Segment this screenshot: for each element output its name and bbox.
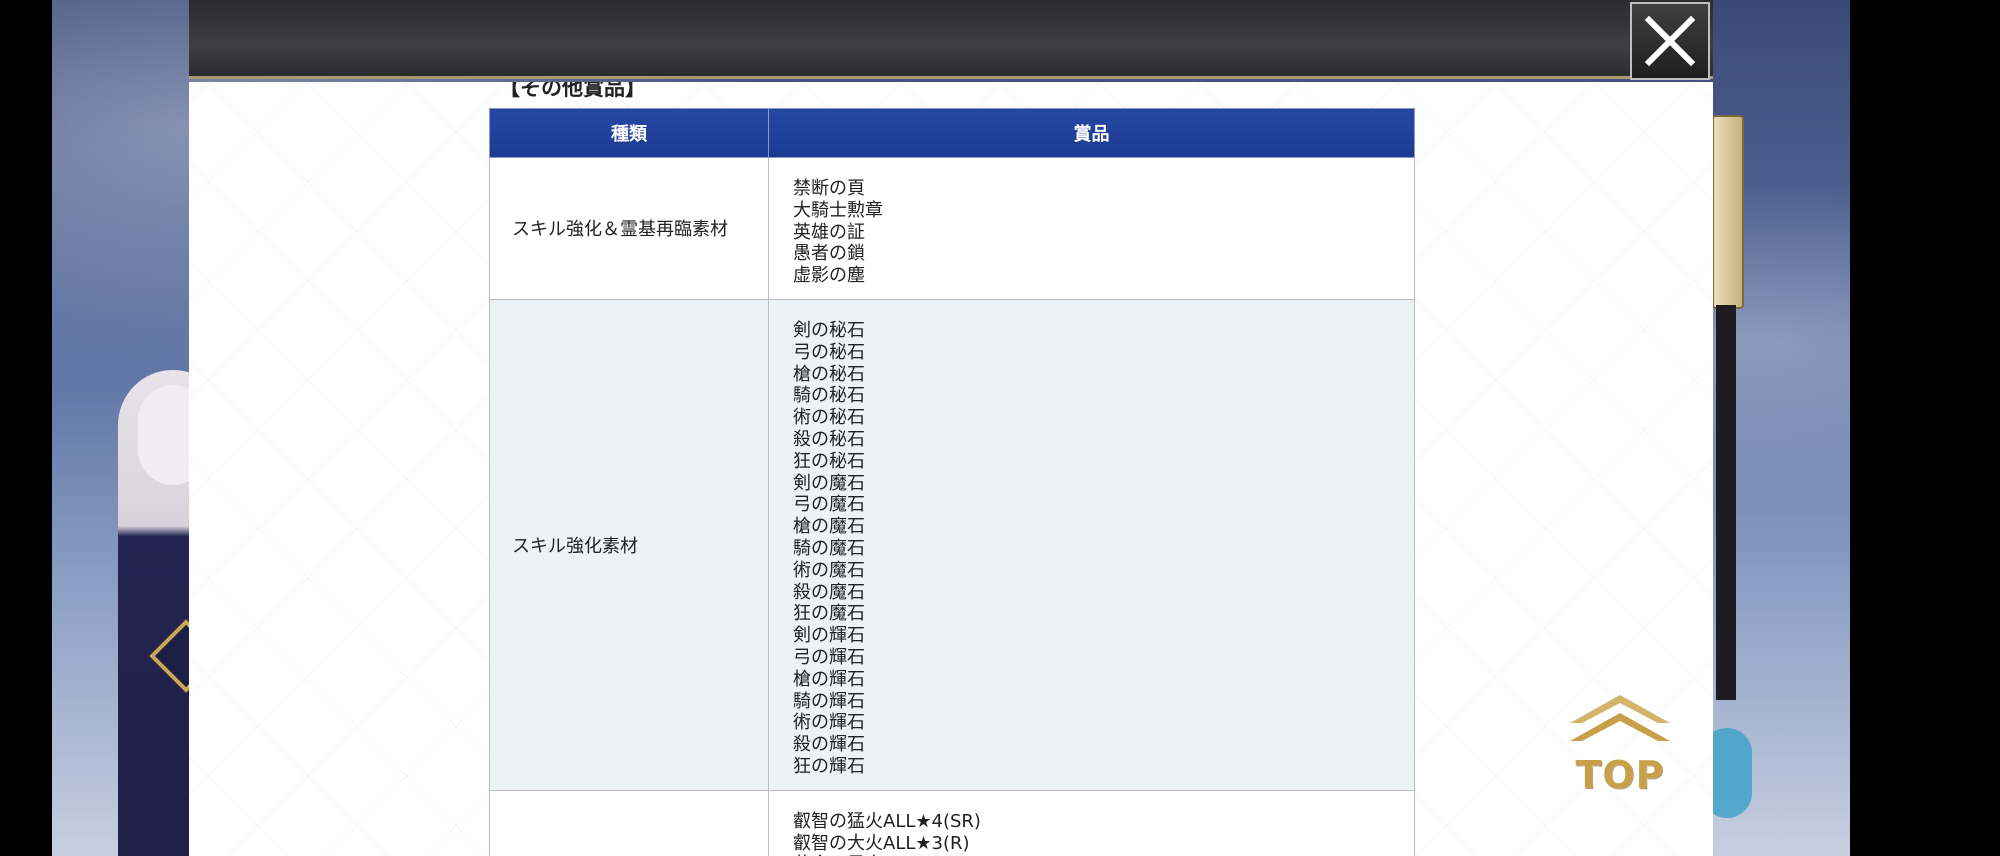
prize-item: 大騎士勲章	[793, 199, 883, 221]
type-cell: スキル強化素材	[489, 298, 769, 791]
prize-item: 槍の輝石	[793, 668, 865, 690]
prize-item: 殺の輝石	[793, 734, 865, 756]
prize-cell: 禁断の頁 大騎士勲章 英雄の証 愚者の鎖 虚影の塵	[768, 157, 1415, 300]
close-button[interactable]	[1630, 2, 1710, 80]
scroll-top-button[interactable]: TOP	[1566, 693, 1674, 803]
prize-item: 弓の秘石	[793, 341, 865, 363]
prize-item: 騎の魔石	[793, 537, 865, 559]
table-row: スキル強化＆霊基再臨素材 禁断の頁 大騎士勲章 英雄の証 愚者の鎖 虚影の塵	[489, 157, 1415, 300]
prize-item: 剣の魔石	[793, 472, 865, 494]
table-header-row: 種類 賞品	[489, 108, 1415, 158]
prize-item: 槍の秘石	[793, 363, 865, 385]
prize-info-panel: 【その他賞品】 種類 賞品 スキル強化＆霊基再臨素材 禁断の頁 大騎士勲章 英雄の証愚…	[189, 82, 1713, 856]
prize-item: 狂の輝石	[793, 755, 865, 777]
close-icon	[1644, 15, 1696, 67]
prize-item: 英雄の証	[793, 221, 865, 243]
prize-item: 禁断の頁	[793, 178, 865, 199]
dialog-header	[189, 0, 1713, 79]
prize-item: 叡智の大火ALL★3(R)	[793, 832, 970, 854]
prize-table: 種類 賞品 スキル強化＆霊基再臨素材 禁断の頁 大騎士勲章 英雄の証 愚者の鎖 虚影の塵ス…	[489, 108, 1415, 856]
prize-item: 剣の秘石	[793, 319, 865, 341]
prize-item: 剣の輝石	[793, 625, 865, 647]
prize-item: 術の秘石	[793, 407, 865, 429]
prize-item: 愚者の鎖	[793, 243, 865, 265]
side-scroll-handle[interactable]	[1712, 115, 1744, 309]
prize-item: 殺の秘石	[793, 428, 865, 450]
prize-cell: 叡智の猛火ALL★4(SR)叡智の大火ALL★3(R)黄金の果実	[768, 789, 1415, 856]
scroll-top-label: TOP	[1575, 753, 1665, 797]
table-row: スキル強化素材 剣の秘石 弓の秘石 槍の秘石 騎の秘石 術の秘石 殺の秘石 狂の秘石 剣の魔石弓…	[489, 298, 1415, 791]
table-row: 叡智の猛火ALL★4(SR)叡智の大火ALL★3(R)黄金の果実	[489, 789, 1415, 856]
prize-item: 殺の魔石	[793, 581, 865, 603]
prize-item: 弓の輝石	[793, 646, 865, 668]
chevron-up-icon	[1570, 695, 1670, 741]
prize-item: 狂の魔石	[793, 603, 865, 625]
table-body: スキル強化＆霊基再臨素材 禁断の頁 大騎士勲章 英雄の証 愚者の鎖 虚影の塵 スキル強化素材…	[489, 157, 1415, 856]
prize-item: 狂の秘石	[793, 450, 865, 472]
prize-cell: 剣の秘石 弓の秘石 槍の秘石 騎の秘石 術の秘石 殺の秘石 狂の秘石 剣の魔石 弓の魔石 槍の魔石…	[768, 298, 1415, 791]
side-scroll-track	[1716, 305, 1736, 700]
column-header-type: 種類	[489, 108, 769, 158]
prize-item: 弓の魔石	[793, 494, 865, 516]
prize-item: 騎の輝石	[793, 690, 865, 712]
prize-item: 術の輝石	[793, 712, 865, 734]
column-header-prize: 賞品	[768, 108, 1415, 158]
prize-item: 術の魔石	[793, 559, 865, 581]
prize-item: 騎の秘石	[793, 385, 865, 407]
prize-item: 虚影の塵	[793, 265, 865, 287]
prize-item: 槍の魔石	[793, 516, 865, 538]
type-cell	[489, 789, 769, 856]
section-title: 【その他賞品】	[499, 82, 646, 100]
prize-item: 叡智の猛火ALL★4(SR)	[793, 810, 981, 832]
type-cell: スキル強化＆霊基再臨素材	[489, 157, 769, 300]
game-screen: 【その他賞品】 種類 賞品 スキル強化＆霊基再臨素材 禁断の頁 大騎士勲章 英雄の証愚…	[0, 0, 2000, 856]
